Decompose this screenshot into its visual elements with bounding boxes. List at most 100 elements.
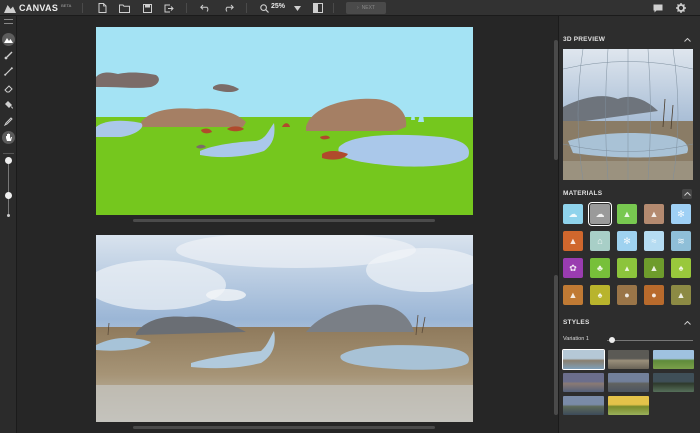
- export-icon[interactable]: [163, 2, 175, 14]
- bush-icon: ♣: [597, 263, 603, 273]
- toolbar-divider: [246, 3, 247, 13]
- tree-icon: ♠: [678, 263, 684, 273]
- mountain-logo-icon: [4, 5, 16, 13]
- rendered-output: [96, 235, 473, 422]
- landscape-tool-icon[interactable]: [2, 33, 15, 46]
- style-thumbnail[interactable]: [608, 373, 649, 392]
- mountain-icon: ▲: [649, 209, 659, 219]
- chevron-down-icon[interactable]: [291, 2, 303, 14]
- styles-section-title: STYLES: [563, 319, 590, 326]
- cloud-icon: ☁: [595, 208, 605, 219]
- material-mountain[interactable]: ▲: [644, 204, 664, 224]
- menu-icon[interactable]: [4, 19, 13, 24]
- material-flower[interactable]: ✿: [563, 258, 583, 278]
- open-folder-icon[interactable]: [118, 2, 130, 14]
- brush-size-slider[interactable]: [8, 164, 9, 216]
- dirt-icon: ▲: [568, 236, 578, 246]
- redo-icon[interactable]: [222, 2, 234, 14]
- toolbar-divider: [82, 3, 83, 13]
- style-thumbnail[interactable]: [608, 396, 649, 415]
- style-thumbnail[interactable]: [563, 396, 604, 415]
- snowflake-small-icon: ✻: [677, 208, 685, 219]
- collapse-preview-icon[interactable]: [682, 35, 692, 45]
- material-tree[interactable]: ♠: [671, 258, 691, 278]
- material-cloud[interactable]: ☁: [588, 202, 612, 226]
- material-ice[interactable]: ✻: [617, 231, 637, 251]
- wave-icon: ≋: [677, 235, 685, 246]
- wheat-icon: ♠: [597, 290, 603, 300]
- house-icon: ⌂: [597, 236, 603, 246]
- materials-grid: ☁ ☁ ▲ ▲ ✻ ▲ ⌂ ✻ ≈ ≋ ✿ ♣ ▴ ▲ ♠ ▲ ♠ ● ● ▲: [563, 202, 693, 305]
- tool-divider: [3, 153, 14, 154]
- field-icon: ▴: [624, 262, 630, 273]
- beta-badge: BETA: [61, 3, 72, 8]
- stone-icon: ▲: [676, 290, 686, 300]
- water-icon: ≈: [651, 236, 657, 246]
- material-sky[interactable]: ☁: [563, 204, 583, 224]
- earth-icon: ●: [651, 290, 657, 300]
- material-bush[interactable]: ♣: [590, 258, 610, 278]
- app-name: CANVAS: [19, 3, 59, 13]
- horizontal-scrollbar-2[interactable]: [133, 426, 435, 429]
- brush-icon[interactable]: [2, 49, 15, 62]
- material-earth[interactable]: ●: [644, 285, 664, 305]
- materials-section-title: MATERIALS: [563, 190, 603, 197]
- style-thumbnail[interactable]: [563, 373, 604, 392]
- 3d-preview[interactable]: [562, 48, 694, 181]
- variation-label: Variation 1: [563, 336, 589, 342]
- eraser-icon[interactable]: [2, 82, 15, 95]
- slider-end-dot: [7, 214, 10, 217]
- material-hill[interactable]: ▲: [644, 258, 664, 278]
- material-sand[interactable]: ▲: [563, 285, 583, 305]
- fill-bucket-icon[interactable]: [2, 98, 15, 111]
- brush-size-knob-top[interactable]: [5, 157, 12, 164]
- line-icon[interactable]: [2, 65, 15, 78]
- style-thumbnail[interactable]: [562, 349, 605, 370]
- material-water[interactable]: ≈: [644, 231, 664, 251]
- variation-slider[interactable]: [607, 340, 693, 341]
- grass-icon: ▲: [622, 209, 632, 219]
- toolbar-divider: [333, 3, 334, 13]
- horizontal-scrollbar[interactable]: [133, 219, 435, 222]
- material-grass[interactable]: ▲: [617, 204, 637, 224]
- zoom-level[interactable]: 25%: [271, 3, 285, 10]
- sky-icon: ☁: [568, 208, 578, 219]
- material-river[interactable]: ≋: [671, 231, 691, 251]
- next-button[interactable]: › NEXT: [346, 2, 386, 14]
- top-toolbar: CANVAS BETA 25% › NEXT: [0, 0, 700, 16]
- snowflake-icon: ✻: [623, 235, 631, 246]
- collapse-styles-icon[interactable]: [682, 318, 692, 328]
- chat-icon[interactable]: [652, 2, 664, 14]
- next-button-label: NEXT: [361, 5, 375, 11]
- segmentation-canvas[interactable]: [96, 27, 473, 215]
- eyedropper-icon[interactable]: [2, 115, 15, 128]
- rock-icon: ●: [624, 290, 630, 300]
- toolbar-divider: [186, 3, 187, 13]
- material-fog[interactable]: ⌂: [590, 231, 610, 251]
- new-file-icon[interactable]: [96, 2, 108, 14]
- chevron-right-icon: ›: [356, 5, 359, 11]
- material-rock[interactable]: ●: [617, 285, 637, 305]
- undo-icon[interactable]: [199, 2, 211, 14]
- collapse-materials-icon[interactable]: [682, 189, 692, 199]
- gear-icon[interactable]: [675, 2, 687, 14]
- tool-sidebar: [0, 16, 17, 433]
- material-stone[interactable]: ▲: [671, 285, 691, 305]
- material-wheat[interactable]: ♠: [590, 285, 610, 305]
- app-logo: CANVAS BETA: [4, 1, 71, 15]
- hill-icon: ▲: [649, 263, 659, 273]
- save-icon[interactable]: [141, 2, 153, 14]
- material-snow[interactable]: ✻: [671, 204, 691, 224]
- split-view-icon[interactable]: [312, 2, 324, 14]
- search-icon[interactable]: [258, 2, 270, 14]
- pan-hand-icon[interactable]: [2, 131, 15, 144]
- material-field[interactable]: ▴: [617, 258, 637, 278]
- brush-size-knob[interactable]: [5, 192, 12, 199]
- styles-grid: [562, 349, 694, 415]
- material-dirt[interactable]: ▲: [563, 231, 583, 251]
- sand-icon: ▲: [568, 290, 578, 300]
- style-thumbnail[interactable]: [608, 350, 649, 369]
- style-thumbnail[interactable]: [653, 373, 694, 392]
- flower-icon: ✿: [569, 262, 577, 273]
- style-thumbnail[interactable]: [653, 350, 694, 369]
